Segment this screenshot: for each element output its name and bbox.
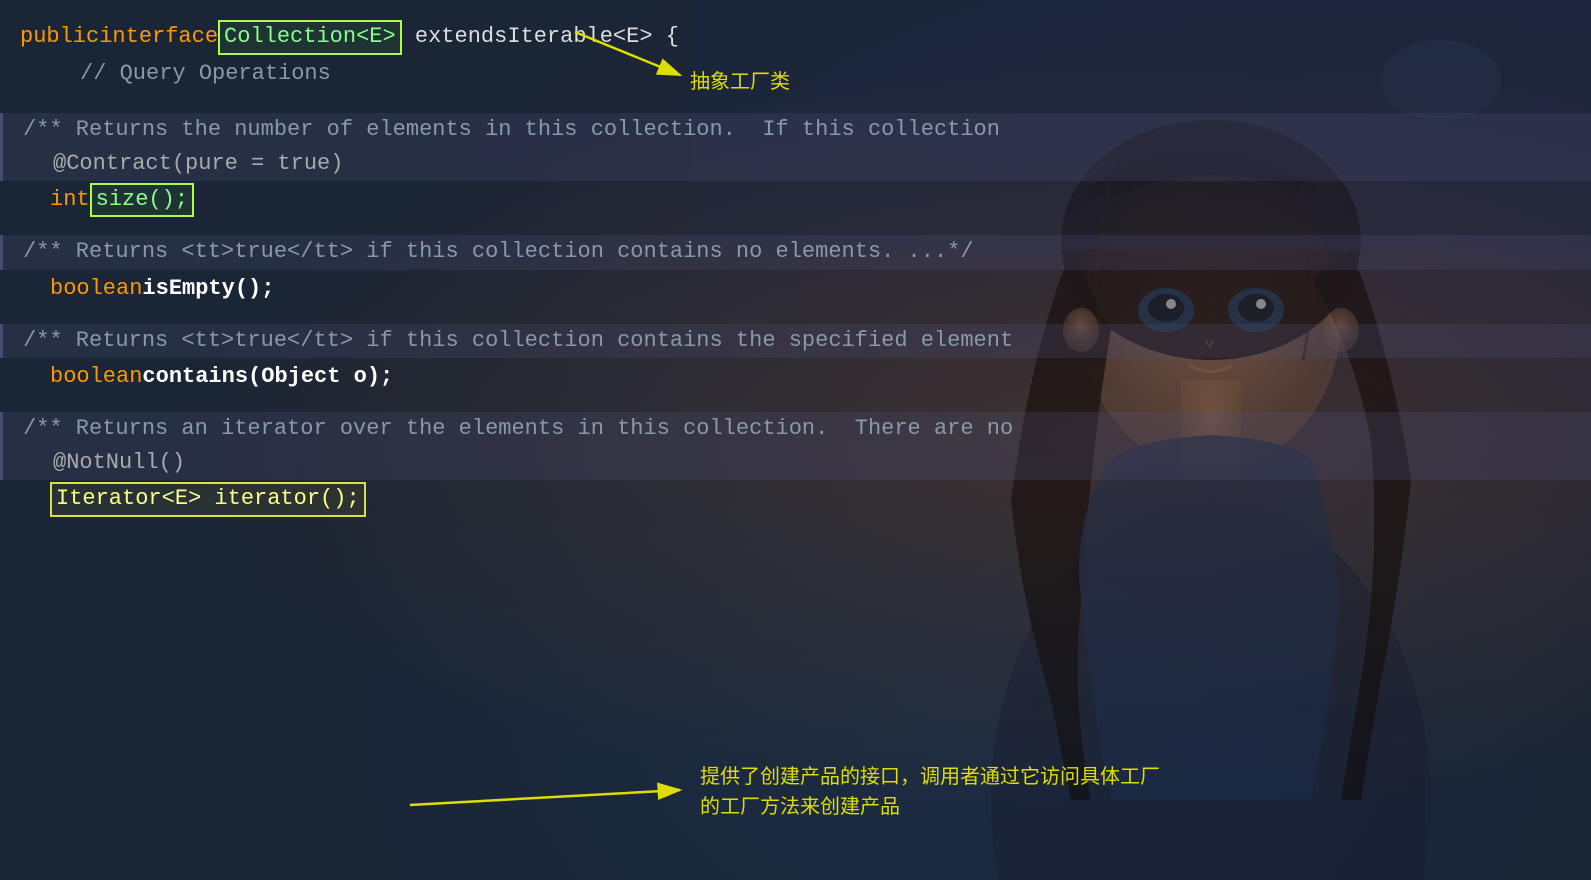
iterable-class: Iterable<E> { (507, 20, 679, 54)
code-block-annotation-2: @NotNull() (0, 446, 1591, 480)
annotation-abstract-factory: 抽象工厂类 (690, 65, 790, 94)
boolean-keyword-1: boolean (50, 272, 142, 306)
isempty-method: isEmpty(); (142, 272, 274, 306)
collection-class-box: Collection<E> (218, 20, 402, 55)
query-ops-comment: // Query Operations (80, 57, 331, 91)
keyword-public: public (20, 20, 99, 54)
boolean-keyword-2: boolean (50, 360, 142, 394)
spacer-2 (0, 217, 1591, 235)
contract-annotation: @Contract(pure = true) (53, 147, 343, 181)
size-method-box: size(); (90, 183, 194, 218)
iterator-method-box: Iterator<E> iterator(); (50, 482, 366, 517)
contains-method: contains(Object o); (142, 360, 393, 394)
contains-javadoc: /** Returns <tt>true</tt> if this collec… (23, 324, 1013, 358)
keyword-interface: interface (99, 20, 218, 54)
code-line-contains: boolean contains(Object o); (0, 360, 1591, 394)
code-block-annotation-1: @Contract(pure = true) (0, 147, 1591, 181)
int-keyword: int (50, 183, 90, 217)
code-line-1: public interface Collection<E> extends I… (0, 20, 1591, 55)
spacer-4 (0, 394, 1591, 412)
iterator-javadoc: /** Returns an iterator over the element… (23, 412, 1013, 446)
code-line-isempty: boolean isEmpty(); (0, 272, 1591, 306)
spacer-1 (0, 95, 1591, 113)
code-block-isempty-comment: /** Returns <tt>true</tt> if this collec… (0, 235, 1591, 269)
code-line-iterator: Iterator<E> iterator(); (0, 482, 1591, 517)
extends-keyword: extends (402, 20, 508, 54)
code-container: public interface Collection<E> extends I… (0, 0, 1591, 880)
code-block-iterator-comment: /** Returns an iterator over the element… (0, 412, 1591, 446)
code-block-contains-comment: /** Returns <tt>true</tt> if this collec… (0, 324, 1591, 358)
spacer-3 (0, 306, 1591, 324)
code-line-comment: // Query Operations (60, 57, 1591, 91)
isempty-javadoc: /** Returns <tt>true</tt> if this collec… (23, 235, 974, 269)
notnull-annotation: @NotNull() (53, 446, 185, 480)
size-javadoc: /** Returns the number of elements in th… (23, 113, 1000, 147)
code-line-size: int size(); (0, 183, 1591, 218)
annotation-iterator-1: 提供了创建产品的接口，调用者通过它访问具体工厂 的工厂方法来创建产品 (700, 762, 1160, 822)
code-block-size-comment: /** Returns the number of elements in th… (0, 113, 1591, 147)
